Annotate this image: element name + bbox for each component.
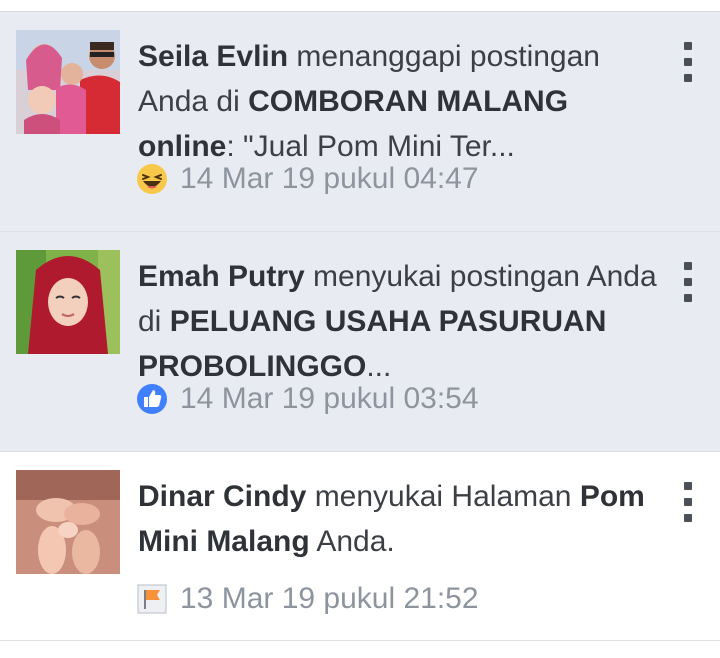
notification-meta: 14 Mar 19 pukul 04:47 [136,162,479,196]
haha-emoji-icon [136,163,168,195]
dot-icon [684,482,692,490]
dot-icon [684,294,692,302]
dot-icon [684,498,692,506]
snippet-text: ... [366,350,392,383]
notification-meta: 14 Mar 19 pukul 03:54 [136,382,479,416]
page-flag-icon [136,583,168,615]
dot-icon [684,58,692,66]
snippet-text: : "Jual Pom Mini Ter... [226,130,515,163]
like-thumb-icon [136,383,168,415]
more-options-icon[interactable] [678,482,698,522]
actor-name[interactable]: Emah Putry [138,260,305,293]
notification-meta: 13 Mar 19 pukul 21:52 [136,582,479,616]
notification-item[interactable]: Emah Putry menyukai postingan Anda di PE… [0,232,720,452]
dot-icon [684,74,692,82]
avatar [16,250,120,354]
actor-name[interactable]: Seila Evlin [138,40,288,73]
actor-name[interactable]: Dinar Cindy [138,480,306,513]
top-divider [0,0,720,12]
dot-icon [684,278,692,286]
avatar [16,30,120,134]
timestamp: 14 Mar 19 pukul 04:47 [180,162,479,195]
action-text: menyukai Halaman [306,480,580,513]
more-options-icon[interactable] [678,42,698,82]
notification-text: Seila Evlin menanggapi postingan Anda di… [138,34,668,169]
dot-icon [684,42,692,50]
dot-icon [684,514,692,522]
avatar [16,470,120,574]
notification-text: Emah Putry menyukai postingan Anda di PE… [138,254,668,389]
timestamp: 14 Mar 19 pukul 03:54 [180,382,479,415]
dot-icon [684,262,692,270]
notification-text: Dinar Cindy menyukai Halaman Pom Mini Ma… [138,474,668,564]
timestamp: 13 Mar 19 pukul 21:52 [180,582,479,615]
notification-item[interactable]: Dinar Cindy menyukai Halaman Pom Mini Ma… [0,452,720,641]
more-options-icon[interactable] [678,262,698,302]
notification-item[interactable]: Seila Evlin menanggapi postingan Anda di… [0,12,720,232]
snippet-text: Anda. [309,525,395,558]
